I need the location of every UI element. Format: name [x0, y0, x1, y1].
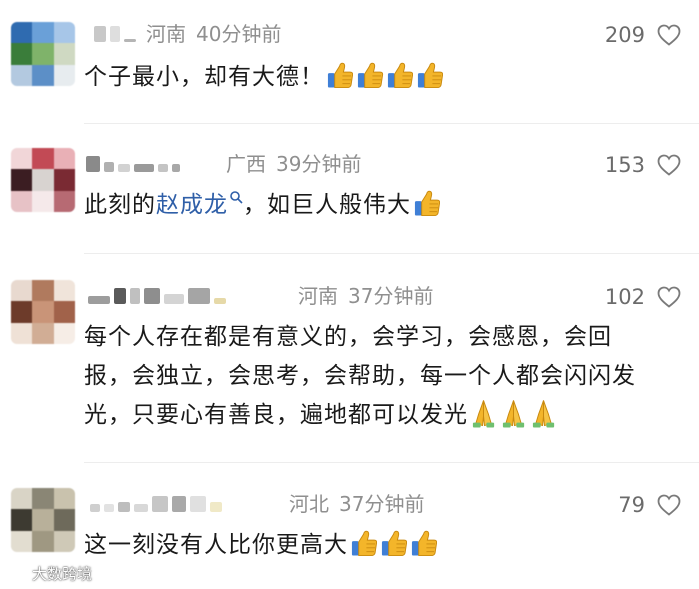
like-control[interactable]: 79 [618, 492, 681, 518]
comment-body: 个子最小，却有大德！ [84, 64, 324, 90]
avatar[interactable] [11, 148, 75, 212]
timestamp: 37分钟前 [348, 284, 434, 308]
comment-item[interactable]: 河南 40分钟前 209 个子最小，却有大德！ [0, 10, 699, 120]
search-icon [230, 191, 243, 204]
avatar[interactable] [11, 22, 75, 86]
avatar[interactable] [11, 488, 75, 552]
avatar-image [11, 148, 75, 212]
comment-meta: 广西 39分钟前 [226, 152, 361, 176]
timestamp: 37分钟前 [339, 492, 425, 516]
divider [84, 462, 699, 463]
divider [84, 253, 699, 254]
comment-item[interactable]: 河北 37分钟前 79 这一刻没有人比你更高大 [0, 474, 699, 584]
comment-item[interactable]: 河南 37分钟前 102 每个人存在都是有意义的，会学习，会感恩，会回报，会独立，… [0, 266, 699, 456]
thumbs-up-icon [387, 62, 414, 89]
comment-meta: 河南 37分钟前 [298, 284, 433, 308]
folded-hands-icon [502, 400, 525, 428]
like-control[interactable]: 153 [605, 152, 681, 178]
mention-link[interactable]: 赵成龙 [156, 191, 243, 218]
comment-text: 这一刻没有人比你更高大 [84, 526, 659, 565]
like-count: 79 [618, 493, 645, 517]
watermark-text: 大数跨境 [32, 565, 93, 583]
like-count: 209 [604, 23, 645, 47]
mention-name: 赵成龙 [156, 192, 228, 218]
thumbs-up-icon [357, 62, 384, 89]
avatar[interactable] [11, 280, 75, 344]
thumbs-up-icon [411, 530, 438, 557]
heart-outline-icon[interactable] [657, 154, 681, 176]
thumbs-up-icon [414, 190, 441, 217]
thumbs-up-icon [327, 62, 354, 89]
location-label: 河南 [298, 284, 338, 308]
comment-body-before: 此刻的 [84, 192, 156, 218]
emoji-row [411, 190, 441, 218]
emoji-row [348, 530, 438, 558]
like-control[interactable]: 209 [605, 22, 681, 48]
heart-outline-icon[interactable] [657, 286, 681, 308]
comment-body: 这一刻没有人比你更高大 [84, 532, 348, 558]
like-control[interactable]: 102 [605, 284, 681, 310]
folded-hands-icon [532, 400, 555, 428]
weibo-logo-icon [6, 567, 26, 582]
thumbs-up-icon [351, 530, 378, 557]
emoji-row [468, 400, 558, 428]
timestamp: 40分钟前 [196, 22, 282, 46]
emoji-row [324, 62, 444, 90]
username-redacted[interactable] [90, 492, 222, 516]
avatar-image [11, 488, 75, 552]
timestamp: 39分钟前 [276, 152, 362, 176]
comment-text: 每个人存在都是有意义的，会学习，会感恩，会回报，会独立，会思考，会帮助，每一个人… [84, 318, 659, 435]
heart-outline-icon[interactable] [657, 24, 681, 46]
divider [84, 123, 699, 124]
comment-meta: 河南 40分钟前 [146, 22, 281, 46]
comment-text: 此刻的赵成龙 ，如巨人般伟大 [84, 186, 659, 225]
location-label: 河北 [289, 492, 329, 516]
avatar-image [11, 280, 75, 344]
like-count: 153 [604, 153, 645, 177]
username-redacted[interactable] [86, 152, 180, 176]
comment-item[interactable]: 广西 39分钟前 153 此刻的赵成龙 ，如巨人般伟大 [0, 134, 699, 244]
like-count: 102 [604, 285, 645, 309]
folded-hands-icon [472, 400, 495, 428]
comment-text: 个子最小，却有大德！ [84, 58, 659, 97]
thumbs-up-icon [417, 62, 444, 89]
heart-outline-icon[interactable] [657, 494, 681, 516]
username-redacted[interactable] [88, 284, 226, 308]
location-label: 河南 [146, 22, 186, 46]
location-label: 广西 [226, 152, 266, 176]
thumbs-up-icon [381, 530, 408, 557]
username-redacted[interactable] [94, 22, 136, 46]
comment-meta: 河北 37分钟前 [289, 492, 424, 516]
avatar-image [11, 22, 75, 86]
comment-body-after: ，如巨人般伟大 [243, 192, 411, 218]
watermark: 大数跨境 [6, 563, 92, 584]
